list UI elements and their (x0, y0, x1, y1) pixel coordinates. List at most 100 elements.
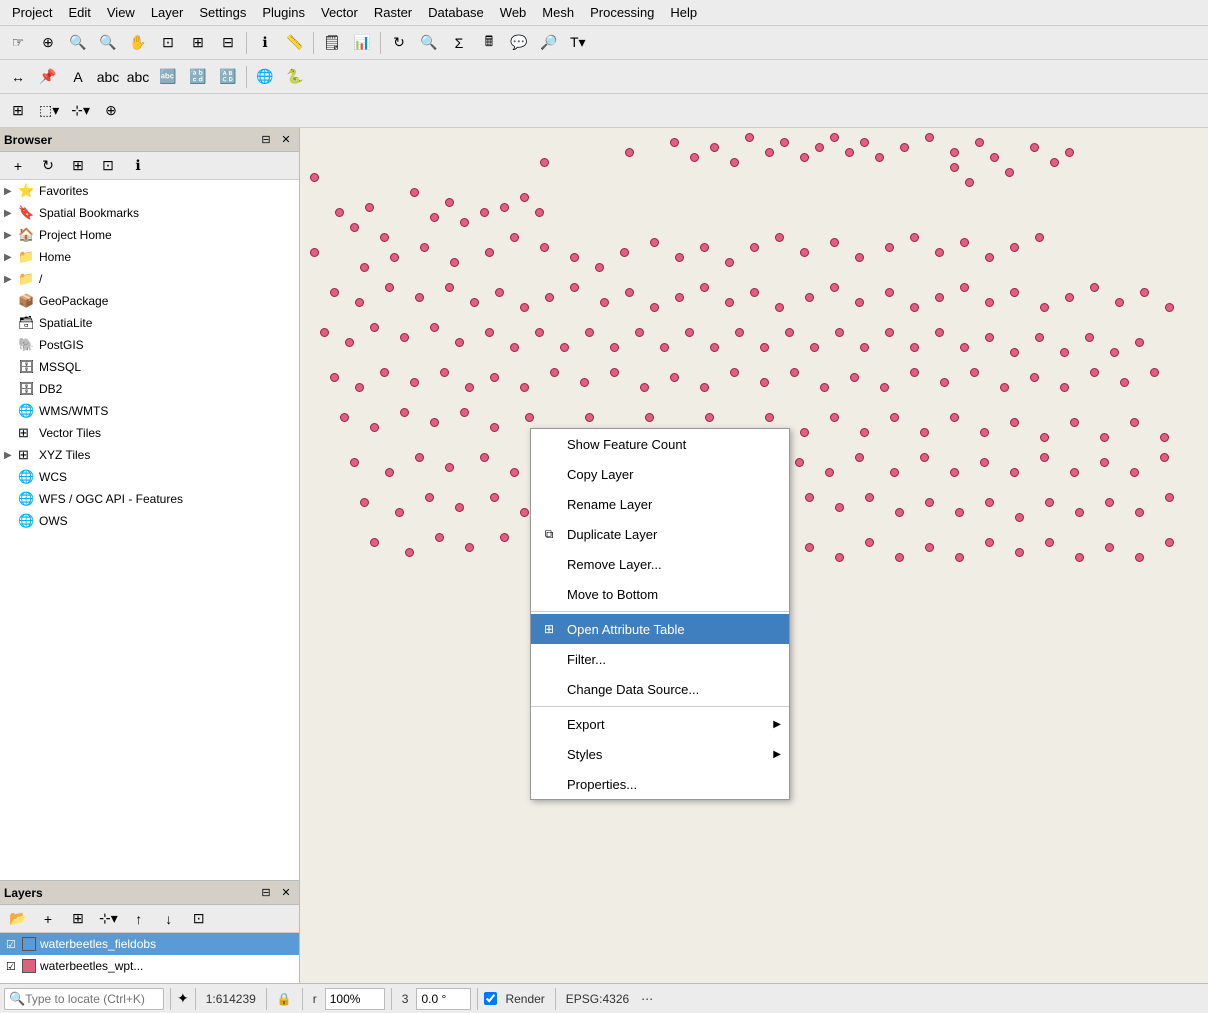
menu-edit[interactable]: Edit (60, 3, 98, 22)
layer-check-0[interactable]: ☑ (6, 938, 20, 951)
layer-item-1[interactable]: ☑waterbeetles_wpt... (0, 955, 299, 977)
browser-tree-item-14[interactable]: 🌐WFS / OGC API - Features (0, 488, 299, 510)
browser-tree-item-0[interactable]: ▶⭐Favorites (0, 180, 299, 202)
layers-up-btn[interactable]: ↑ (125, 906, 153, 932)
layers-add-btn[interactable]: + (34, 906, 62, 932)
layer-item-0[interactable]: ☑waterbeetles_fieldobs (0, 933, 299, 955)
ctx-menu-item-7[interactable]: Filter... (531, 644, 789, 674)
ctx-menu-item-4[interactable]: Remove Layer... (531, 549, 789, 579)
label-pin-btn[interactable]: 📌 (34, 64, 62, 90)
snapping-btn[interactable]: ⊹▾ (66, 98, 95, 124)
menu-mesh[interactable]: Mesh (534, 3, 582, 22)
lock-icon[interactable]: 🔒 (273, 992, 296, 1006)
angle-input[interactable] (416, 988, 471, 1010)
search-map-btn[interactable]: 🔎 (535, 30, 563, 56)
menu-vector[interactable]: Vector (313, 3, 366, 22)
epsg-label[interactable]: EPSG:4326 (562, 992, 633, 1006)
render-checkbox[interactable] (484, 992, 497, 1005)
label-abc4-btn[interactable]: 🔡 (184, 64, 212, 90)
browser-tree-item-13[interactable]: 🌐WCS (0, 466, 299, 488)
python-btn[interactable]: 🐍 (281, 64, 309, 90)
ctx-menu-item-6[interactable]: ⊞Open Attribute Table (531, 614, 789, 644)
pan-map-btn[interactable]: ✋ (124, 30, 152, 56)
identify-btn[interactable]: ℹ (251, 30, 279, 56)
browser-add-btn[interactable]: + (4, 153, 32, 179)
layer-check-1[interactable]: ☑ (6, 960, 20, 973)
layers-expand-btn[interactable]: ⊡ (185, 906, 213, 932)
browser-tree-item-12[interactable]: ▶⊞XYZ Tiles (0, 444, 299, 466)
layer-btn[interactable]: ⬚▾ (34, 98, 64, 124)
coord-btn[interactable]: ⊕ (97, 98, 125, 124)
zoom-out-btn[interactable]: 🔍 (94, 30, 122, 56)
browser-info-btn[interactable]: ℹ (124, 153, 152, 179)
menu-view[interactable]: View (99, 3, 143, 22)
layers-open-btn[interactable]: 📂 (4, 906, 32, 932)
browser-tree-item-1[interactable]: ▶🔖Spatial Bookmarks (0, 202, 299, 224)
browser-tree-item-10[interactable]: 🌐WMS/WMTS (0, 400, 299, 422)
layers-down-btn[interactable]: ↓ (155, 906, 183, 932)
stats-btn[interactable]: 📊 (348, 30, 376, 56)
browser-tree-item-3[interactable]: ▶📁Home (0, 246, 299, 268)
browser-tree-item-6[interactable]: 🗃SpatiaLite (0, 312, 299, 334)
sum-btn[interactable]: Σ (445, 30, 473, 56)
label-abc3-btn[interactable]: 🔤 (154, 64, 182, 90)
open-table-btn[interactable]: 🗒 (318, 30, 346, 56)
zoom-layer-btn[interactable]: ⊞ (184, 30, 212, 56)
browser-refresh-btn[interactable]: ↻ (34, 153, 62, 179)
select-btn[interactable]: ⊕ (34, 30, 62, 56)
browser-tree-item-9[interactable]: 🗄DB2 (0, 378, 299, 400)
pan-tool-btn[interactable]: ☞ (4, 30, 32, 56)
label-show-btn[interactable]: A (64, 64, 92, 90)
browser-tree-item-11[interactable]: ⊞Vector Tiles (0, 422, 299, 444)
locate-input[interactable] (25, 992, 159, 1006)
menu-plugins[interactable]: Plugins (254, 3, 313, 22)
zoom-extent-btn[interactable]: ⊡ (154, 30, 182, 56)
map-area[interactable]: Show Feature CountCopy LayerRename Layer… (300, 128, 1208, 1013)
measure-btn[interactable]: 📏 (281, 30, 309, 56)
label-abc-btn[interactable]: abc (94, 64, 122, 90)
menu-help[interactable]: Help (662, 3, 705, 22)
label-abc2-btn[interactable]: abc (124, 64, 152, 90)
menu-web[interactable]: Web (492, 3, 535, 22)
ctx-menu-item-9[interactable]: Export (531, 709, 789, 739)
menu-database[interactable]: Database (420, 3, 492, 22)
menu-processing[interactable]: Processing (582, 3, 662, 22)
refresh-btn[interactable]: ↻ (385, 30, 413, 56)
ctx-menu-item-3[interactable]: ⧉Duplicate Layer (531, 519, 789, 549)
ctx-menu-item-5[interactable]: Move to Bottom (531, 579, 789, 609)
zoom-selection-btn[interactable]: ⊟ (214, 30, 242, 56)
globe-btn[interactable]: 🌐 (251, 64, 279, 90)
browser-tree-item-8[interactable]: 🗄MSSQL (0, 356, 299, 378)
browser-tree-item-2[interactable]: ▶🏠Project Home (0, 224, 299, 246)
filter-btn[interactable]: 🔍 (415, 30, 443, 56)
browser-tree-item-7[interactable]: 🐘PostGIS (0, 334, 299, 356)
browser-tree-item-5[interactable]: 📦GeoPackage (0, 290, 299, 312)
layers-close-btn[interactable]: ✕ (277, 884, 295, 902)
ctx-menu-item-10[interactable]: Styles (531, 739, 789, 769)
rotation-input[interactable] (325, 988, 385, 1010)
layers-filter-btn[interactable]: ⊞ (64, 906, 92, 932)
more-icon[interactable]: ⋯ (637, 992, 657, 1006)
menu-settings[interactable]: Settings (191, 3, 254, 22)
snap-btn[interactable]: ⊞ (4, 98, 32, 124)
calc-btn[interactable]: 🖩 (475, 30, 503, 56)
text-btn[interactable]: T▾ (565, 30, 591, 56)
browser-filter-btn[interactable]: ⊞ (64, 153, 92, 179)
locate-bar[interactable]: 🔍 (4, 988, 164, 1010)
browser-minimize-btn[interactable]: ⊟ (257, 131, 275, 149)
zoom-in-btn[interactable]: 🔍 (64, 30, 92, 56)
browser-collapse-btn[interactable]: ⊡ (94, 153, 122, 179)
browser-close-btn[interactable]: ✕ (277, 131, 295, 149)
browser-tree-item-4[interactable]: ▶📁/ (0, 268, 299, 290)
ctx-menu-item-11[interactable]: Properties... (531, 769, 789, 799)
ctx-menu-item-2[interactable]: Rename Layer (531, 489, 789, 519)
menu-raster[interactable]: Raster (366, 3, 420, 22)
label-move-btn[interactable]: ↔ (4, 64, 32, 90)
menu-layer[interactable]: Layer (143, 3, 192, 22)
tooltip-btn[interactable]: 💬 (505, 30, 533, 56)
layers-filter2-btn[interactable]: ⊹▾ (94, 906, 123, 932)
menu-project[interactable]: Project (4, 3, 60, 22)
layers-minimize-btn[interactable]: ⊟ (257, 884, 275, 902)
ctx-menu-item-1[interactable]: Copy Layer (531, 459, 789, 489)
label-abc5-btn[interactable]: 🔠 (214, 64, 242, 90)
